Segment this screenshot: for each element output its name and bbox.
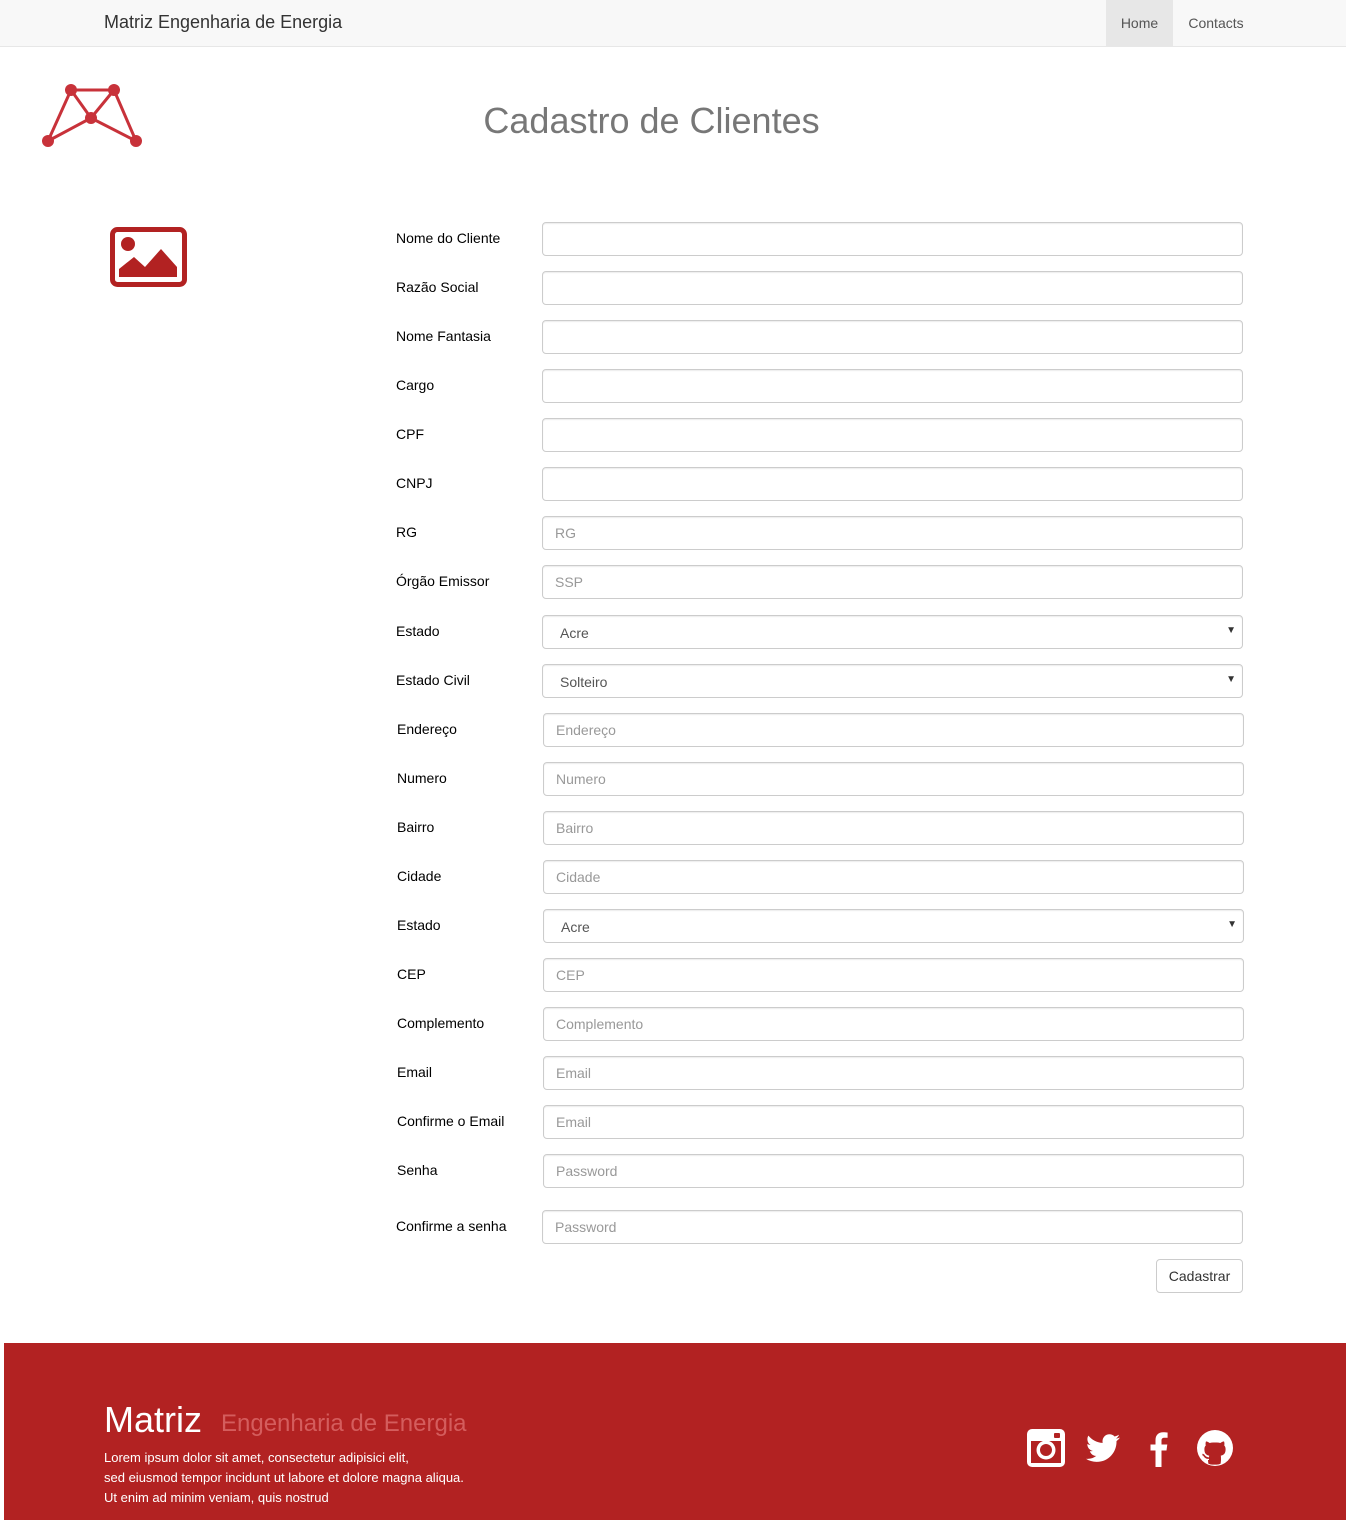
chevron-down-icon: ▼	[1226, 674, 1236, 685]
cep-input[interactable]	[543, 958, 1244, 992]
form-row-orgao-emissor: Órgão Emissor	[396, 565, 1244, 599]
nav-home-link[interactable]: Home	[1106, 0, 1173, 46]
complemento-label: Complemento	[397, 1015, 485, 1031]
footer-text-line: Lorem ipsum dolor sit amet, consectetur …	[104, 1450, 409, 1465]
footer-subtitle: Engenharia de Energia	[221, 1410, 467, 1437]
footer-description: Lorem ipsum dolor sit amet, consectetur …	[104, 1448, 464, 1508]
form-row-nome-fantasia: Nome Fantasia	[396, 320, 1244, 354]
estado-endereco-label: Estado	[397, 917, 441, 933]
bairro-label: Bairro	[397, 819, 435, 835]
cidade-input[interactable]	[543, 860, 1244, 894]
estado-rg-select[interactable]: Acre ▼	[542, 615, 1243, 649]
complemento-input[interactable]	[543, 1007, 1244, 1041]
form-row-rg: RG	[396, 516, 1244, 550]
form-row-email: Email	[397, 1056, 1245, 1090]
chevron-down-icon: ▼	[1226, 625, 1236, 636]
cpf-label: CPF	[396, 426, 424, 442]
form-row-estado-rg: Estado Acre ▼	[396, 615, 1244, 649]
estado-civil-label: Estado Civil	[396, 672, 470, 688]
cnpj-input[interactable]	[542, 467, 1243, 501]
email-label: Email	[397, 1064, 433, 1080]
github-icon[interactable]	[1196, 1429, 1234, 1467]
footer-text-line: Ut enim ad minim veniam, quis nostrud	[104, 1490, 329, 1505]
nome-cliente-input[interactable]	[542, 222, 1243, 256]
form-row-confirm-senha: Confirme a senha	[396, 1210, 1244, 1244]
estado-endereco-selected-value: Acre	[561, 919, 590, 935]
nav-contacts-link[interactable]: Contacts	[1173, 0, 1259, 46]
senha-input[interactable]	[543, 1154, 1244, 1188]
instagram-icon[interactable]	[1027, 1429, 1065, 1467]
estado-civil-select[interactable]: Solteiro ▼	[542, 664, 1243, 698]
confirm-senha-input[interactable]	[542, 1210, 1243, 1244]
footer: Matriz Engenharia de Energia Lorem ipsum…	[4, 1343, 1346, 1520]
form-row-razao-social: Razão Social	[396, 271, 1244, 305]
cidade-label: Cidade	[397, 868, 442, 884]
estado-endereco-select[interactable]: Acre ▼	[543, 909, 1244, 943]
form-row-bairro: Bairro	[397, 811, 1245, 845]
cpf-input[interactable]	[542, 418, 1243, 452]
form-row-estado-civil: Estado Civil Solteiro ▼	[396, 664, 1244, 698]
senha-label: Senha	[397, 1162, 438, 1178]
twitter-icon[interactable]	[1084, 1429, 1122, 1467]
endereco-label: Endereço	[397, 721, 457, 737]
page-title: Cadastro de Clientes	[483, 100, 820, 141]
estado-civil-selected-value: Solteiro	[560, 674, 608, 690]
cadastrar-button[interactable]: Cadastrar	[1156, 1259, 1243, 1293]
cnpj-label: CNPJ	[396, 475, 433, 491]
orgao-emissor-label: Órgão Emissor	[396, 573, 490, 589]
rg-input[interactable]	[542, 516, 1243, 550]
rg-label: RG	[396, 524, 417, 540]
estado-rg-label: Estado	[396, 623, 440, 639]
navbar: Matriz Engenharia de Energia Home Contac…	[0, 0, 1346, 47]
razao-social-input[interactable]	[542, 271, 1243, 305]
numero-input[interactable]	[543, 762, 1244, 796]
nome-fantasia-label: Nome Fantasia	[396, 328, 491, 344]
form-row-nome-cliente: Nome do Cliente	[396, 222, 1244, 256]
razao-social-label: Razão Social	[396, 279, 479, 295]
footer-text-line: sed eiusmod tempor incidunt ut labore et…	[104, 1470, 464, 1485]
image-placeholder-icon	[110, 227, 187, 287]
form-row-cpf: CPF	[396, 418, 1244, 452]
cargo-input[interactable]	[542, 369, 1243, 403]
form-row-cnpj: CNPJ	[396, 467, 1244, 501]
form-row-cidade: Cidade	[397, 860, 1245, 894]
form-row-estado-endereco: Estado Acre ▼	[397, 909, 1245, 943]
navbar-brand[interactable]: Matriz Engenharia de Energia	[104, 12, 342, 33]
nome-cliente-label: Nome do Cliente	[396, 230, 501, 246]
form-row-complemento: Complemento	[397, 1007, 1245, 1041]
estado-rg-selected-value: Acre	[560, 625, 589, 641]
confirm-senha-label: Confirme a senha	[396, 1218, 507, 1234]
footer-title: Matriz	[104, 1399, 202, 1440]
cargo-label: Cargo	[396, 377, 435, 393]
facebook-icon[interactable]	[1140, 1429, 1178, 1467]
email-input[interactable]	[543, 1056, 1244, 1090]
form-row-cep: CEP	[397, 958, 1245, 992]
form-row-cargo: Cargo	[396, 369, 1244, 403]
confirm-email-label: Confirme o Email	[397, 1113, 505, 1129]
numero-label: Numero	[397, 770, 447, 786]
form-row-endereco: Endereço	[397, 713, 1245, 747]
chevron-down-icon: ▼	[1227, 919, 1237, 930]
cep-label: CEP	[397, 966, 426, 982]
form-row-confirm-email: Confirme o Email	[397, 1105, 1245, 1139]
endereco-input[interactable]	[543, 713, 1244, 747]
nome-fantasia-input[interactable]	[542, 320, 1243, 354]
orgao-emissor-input[interactable]	[542, 565, 1243, 599]
bairro-input[interactable]	[543, 811, 1244, 845]
form-row-numero: Numero	[397, 762, 1245, 796]
confirm-email-input[interactable]	[543, 1105, 1244, 1139]
form-row-senha: Senha	[397, 1154, 1245, 1188]
